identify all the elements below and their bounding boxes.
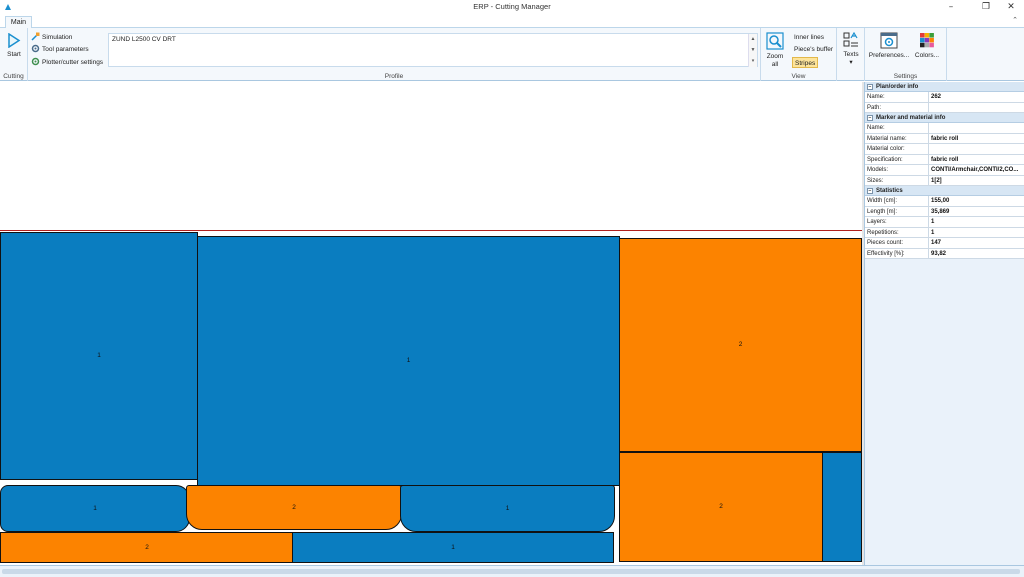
preferences-icon bbox=[880, 32, 898, 49]
colors-label: Colors... bbox=[914, 52, 940, 59]
inner-lines-toggle[interactable]: Inner lines bbox=[794, 32, 824, 43]
profile-group: Simulation Tool parameters Plotter/cutte… bbox=[28, 28, 761, 81]
tool-parameters-button[interactable]: Tool parameters bbox=[31, 44, 89, 55]
simulation-label: Simulation bbox=[42, 34, 73, 41]
section-header-statistics[interactable]: − Statistics bbox=[865, 186, 1024, 196]
property-row: Material color: bbox=[865, 144, 1024, 155]
pieces-buffer-toggle[interactable]: Piece's buffer bbox=[794, 44, 833, 55]
marker-piece[interactable]: 1 bbox=[197, 236, 620, 486]
scrollbar-thumb[interactable] bbox=[2, 569, 1020, 574]
property-row: Name: bbox=[865, 123, 1024, 134]
info-panel: − Plan/order info Name: 262 Path: − Marker … bbox=[864, 82, 1024, 565]
marker-canvas[interactable]: 1 1 2 2 1 2 1 2 1 bbox=[0, 82, 862, 565]
marker-piece[interactable]: 1 bbox=[400, 485, 615, 532]
texts-label: Texts bbox=[843, 51, 859, 58]
property-row: Effectivity [%]: 93,82 bbox=[865, 248, 1024, 259]
section-header-marker-material-info[interactable]: − Marker and material info bbox=[865, 113, 1024, 123]
property-row: Width [cm]: 155,00 bbox=[865, 196, 1024, 207]
property-row: Models: CONTI/Armchair,CONTI/2,CO... bbox=[865, 165, 1024, 176]
property-row: Name: 262 bbox=[865, 92, 1024, 103]
window-title: ERP - Cutting Manager bbox=[473, 2, 551, 11]
property-row: Material name: fabric roll bbox=[865, 133, 1024, 144]
view-group-label: View bbox=[791, 73, 806, 80]
collapse-section-icon[interactable]: − bbox=[867, 115, 873, 121]
marker-piece[interactable]: 2 bbox=[186, 485, 402, 530]
property-row: Repetitions: 1 bbox=[865, 227, 1024, 238]
selected-profile[interactable]: ZUND L2500 CV DRT bbox=[112, 36, 754, 43]
ribbon-tab-row: Main ⌃ bbox=[0, 14, 1024, 29]
expand-list-icon[interactable]: ▾ bbox=[748, 56, 757, 67]
marker-edge-line bbox=[0, 230, 862, 231]
simulation-icon bbox=[31, 32, 40, 41]
marker-piece[interactable] bbox=[822, 452, 862, 562]
property-row: Path: bbox=[865, 102, 1024, 113]
colors-icon bbox=[920, 33, 934, 48]
start-label: Start bbox=[7, 51, 21, 58]
start-button[interactable]: Start bbox=[2, 32, 26, 59]
settings-group: Preferences... Colors... Settings bbox=[865, 28, 947, 81]
all-label: all bbox=[771, 61, 779, 68]
plotter-settings-label: Plotter/cutter settings bbox=[42, 59, 104, 66]
marker-piece[interactable]: 2 bbox=[619, 452, 823, 562]
collapse-ribbon-icon[interactable]: ⌃ bbox=[1012, 16, 1018, 24]
marker-piece[interactable]: 1 bbox=[0, 232, 198, 480]
property-row: Layers: 1 bbox=[865, 217, 1024, 228]
zoom-all-button[interactable]: Zoom all bbox=[764, 32, 786, 69]
profile-group-label: Profile bbox=[384, 73, 404, 80]
title-bar: ERP - Cutting Manager – ❐ ✕ bbox=[0, 0, 1024, 14]
restore-icon[interactable]: ❐ bbox=[975, 1, 997, 13]
marker-piece[interactable]: 1 bbox=[0, 485, 190, 532]
property-row: Length [m]: 35,869 bbox=[865, 206, 1024, 217]
preferences-button[interactable]: Preferences... bbox=[868, 32, 910, 60]
property-row: Pieces count: 147 bbox=[865, 238, 1024, 249]
texts-group: Texts ▾ bbox=[837, 28, 865, 81]
profile-list[interactable]: ZUND L2500 CV DRT ▲ ▼ ▾ bbox=[108, 33, 758, 67]
tool-parameters-icon bbox=[31, 44, 40, 53]
zoom-all-icon bbox=[766, 32, 784, 50]
simulation-button[interactable]: Simulation bbox=[31, 32, 72, 43]
texts-dropdown-icon: ▾ bbox=[849, 59, 853, 66]
property-row: Specification: fabric roll bbox=[865, 154, 1024, 165]
play-icon bbox=[8, 32, 21, 49]
property-row: Sizes: 1[2] bbox=[865, 175, 1024, 186]
collapse-section-icon[interactable]: − bbox=[867, 188, 873, 194]
marker-piece[interactable]: 1 bbox=[292, 532, 614, 563]
ribbon: Start Cutting Simulation Tool parameters… bbox=[0, 28, 1024, 81]
texts-icon bbox=[843, 31, 858, 47]
marker-piece[interactable]: 2 bbox=[0, 532, 294, 563]
stripes-toggle[interactable]: Stripes bbox=[792, 57, 819, 68]
marker-piece[interactable]: 2 bbox=[619, 238, 862, 452]
minimize-icon[interactable]: – bbox=[940, 1, 962, 13]
texts-button[interactable]: Texts ▾ bbox=[840, 31, 862, 67]
scroll-up-icon[interactable]: ▲ bbox=[748, 34, 757, 45]
plotter-settings-button[interactable]: Plotter/cutter settings bbox=[31, 57, 103, 68]
collapse-section-icon[interactable]: − bbox=[867, 84, 873, 90]
preferences-label: Preferences... bbox=[868, 52, 910, 59]
view-group: Zoom all Inner lines Piece's buffer Stri… bbox=[761, 28, 837, 81]
cutting-group: Start Cutting bbox=[0, 28, 28, 81]
horizontal-scrollbar[interactable] bbox=[0, 565, 1024, 577]
zoom-label: Zoom bbox=[766, 53, 784, 60]
colors-button[interactable]: Colors... bbox=[913, 32, 941, 60]
cutting-group-label: Cutting bbox=[3, 73, 24, 80]
scroll-down-icon[interactable]: ▼ bbox=[748, 45, 757, 56]
plotter-settings-icon bbox=[31, 57, 40, 66]
close-icon[interactable]: ✕ bbox=[1000, 1, 1022, 13]
section-header-plan-order-info[interactable]: − Plan/order info bbox=[865, 82, 1024, 92]
settings-group-label: Settings bbox=[893, 73, 918, 80]
tool-parameters-label: Tool parameters bbox=[42, 46, 89, 53]
